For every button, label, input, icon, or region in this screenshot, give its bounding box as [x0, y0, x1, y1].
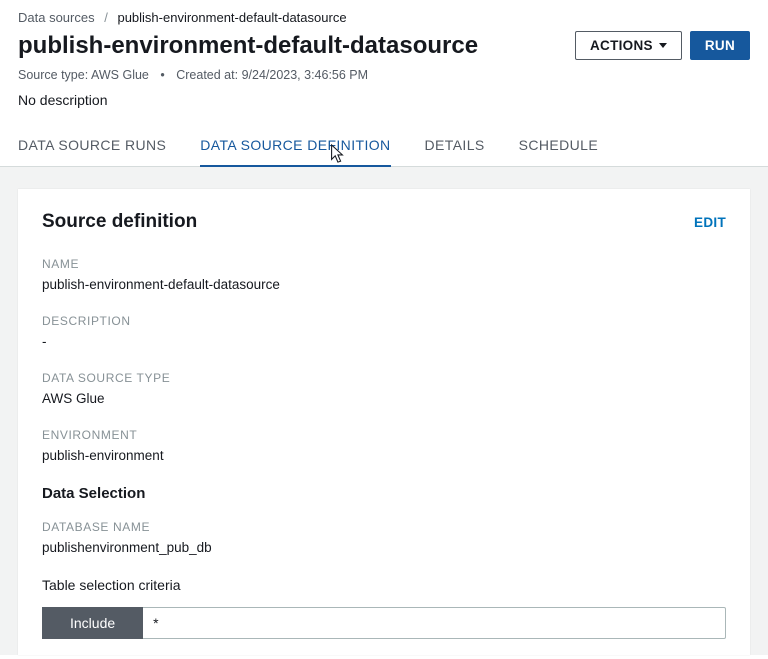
criteria-heading: Table selection criteria	[42, 577, 726, 593]
field-type-value: AWS Glue	[42, 391, 726, 406]
meta-line: Source type: AWS Glue • Created at: 9/24…	[18, 68, 750, 82]
tab-schedule[interactable]: SCHEDULE	[519, 127, 598, 167]
caret-down-icon	[659, 43, 667, 48]
tab-details[interactable]: DETAILS	[425, 127, 485, 167]
source-type-value: AWS Glue	[91, 68, 149, 82]
field-database-name-label: DATABASE NAME	[42, 520, 726, 534]
breadcrumb-root[interactable]: Data sources	[18, 10, 95, 25]
field-description-label: DESCRIPTION	[42, 314, 726, 328]
field-name-label: NAME	[42, 257, 726, 271]
field-environment-label: ENVIRONMENT	[42, 428, 726, 442]
tab-bar: DATA SOURCE RUNS DATA SOURCE DEFINITION …	[0, 126, 768, 167]
criteria-pattern-field[interactable]: *	[143, 607, 726, 639]
breadcrumb: Data sources / publish-environment-defau…	[18, 10, 750, 25]
page-title: publish-environment-default-datasource	[18, 32, 478, 60]
field-database-name-value: publishenvironment_pub_db	[42, 540, 726, 555]
breadcrumb-separator: /	[104, 10, 108, 25]
field-description-value: -	[42, 334, 726, 349]
criteria-mode-tag: Include	[42, 607, 143, 639]
meta-separator: •	[160, 68, 164, 82]
source-type-label: Source type:	[18, 68, 88, 82]
field-environment-value: publish-environment	[42, 448, 726, 463]
actions-button-label: ACTIONS	[590, 38, 653, 53]
field-name-value: publish-environment-default-datasource	[42, 277, 726, 292]
source-definition-panel: Source definition EDIT NAME publish-envi…	[18, 189, 750, 655]
tab-definition-label: DATA SOURCE DEFINITION	[200, 137, 390, 153]
actions-button[interactable]: ACTIONS	[575, 31, 682, 60]
created-at-label: Created at:	[176, 68, 238, 82]
tab-data-source-definition[interactable]: DATA SOURCE DEFINITION	[200, 127, 390, 167]
no-description-text: No description	[18, 92, 750, 108]
tab-data-source-runs[interactable]: DATA SOURCE RUNS	[18, 127, 166, 167]
data-selection-heading: Data Selection	[42, 485, 726, 502]
breadcrumb-current: publish-environment-default-datasource	[117, 10, 346, 25]
created-at-value: 9/24/2023, 3:46:56 PM	[242, 68, 368, 82]
criteria-row: Include *	[42, 607, 726, 639]
run-button-label: RUN	[705, 38, 735, 53]
edit-button[interactable]: EDIT	[694, 215, 726, 230]
panel-title: Source definition	[42, 211, 197, 233]
field-type-label: DATA SOURCE TYPE	[42, 371, 726, 385]
run-button[interactable]: RUN	[690, 31, 750, 60]
